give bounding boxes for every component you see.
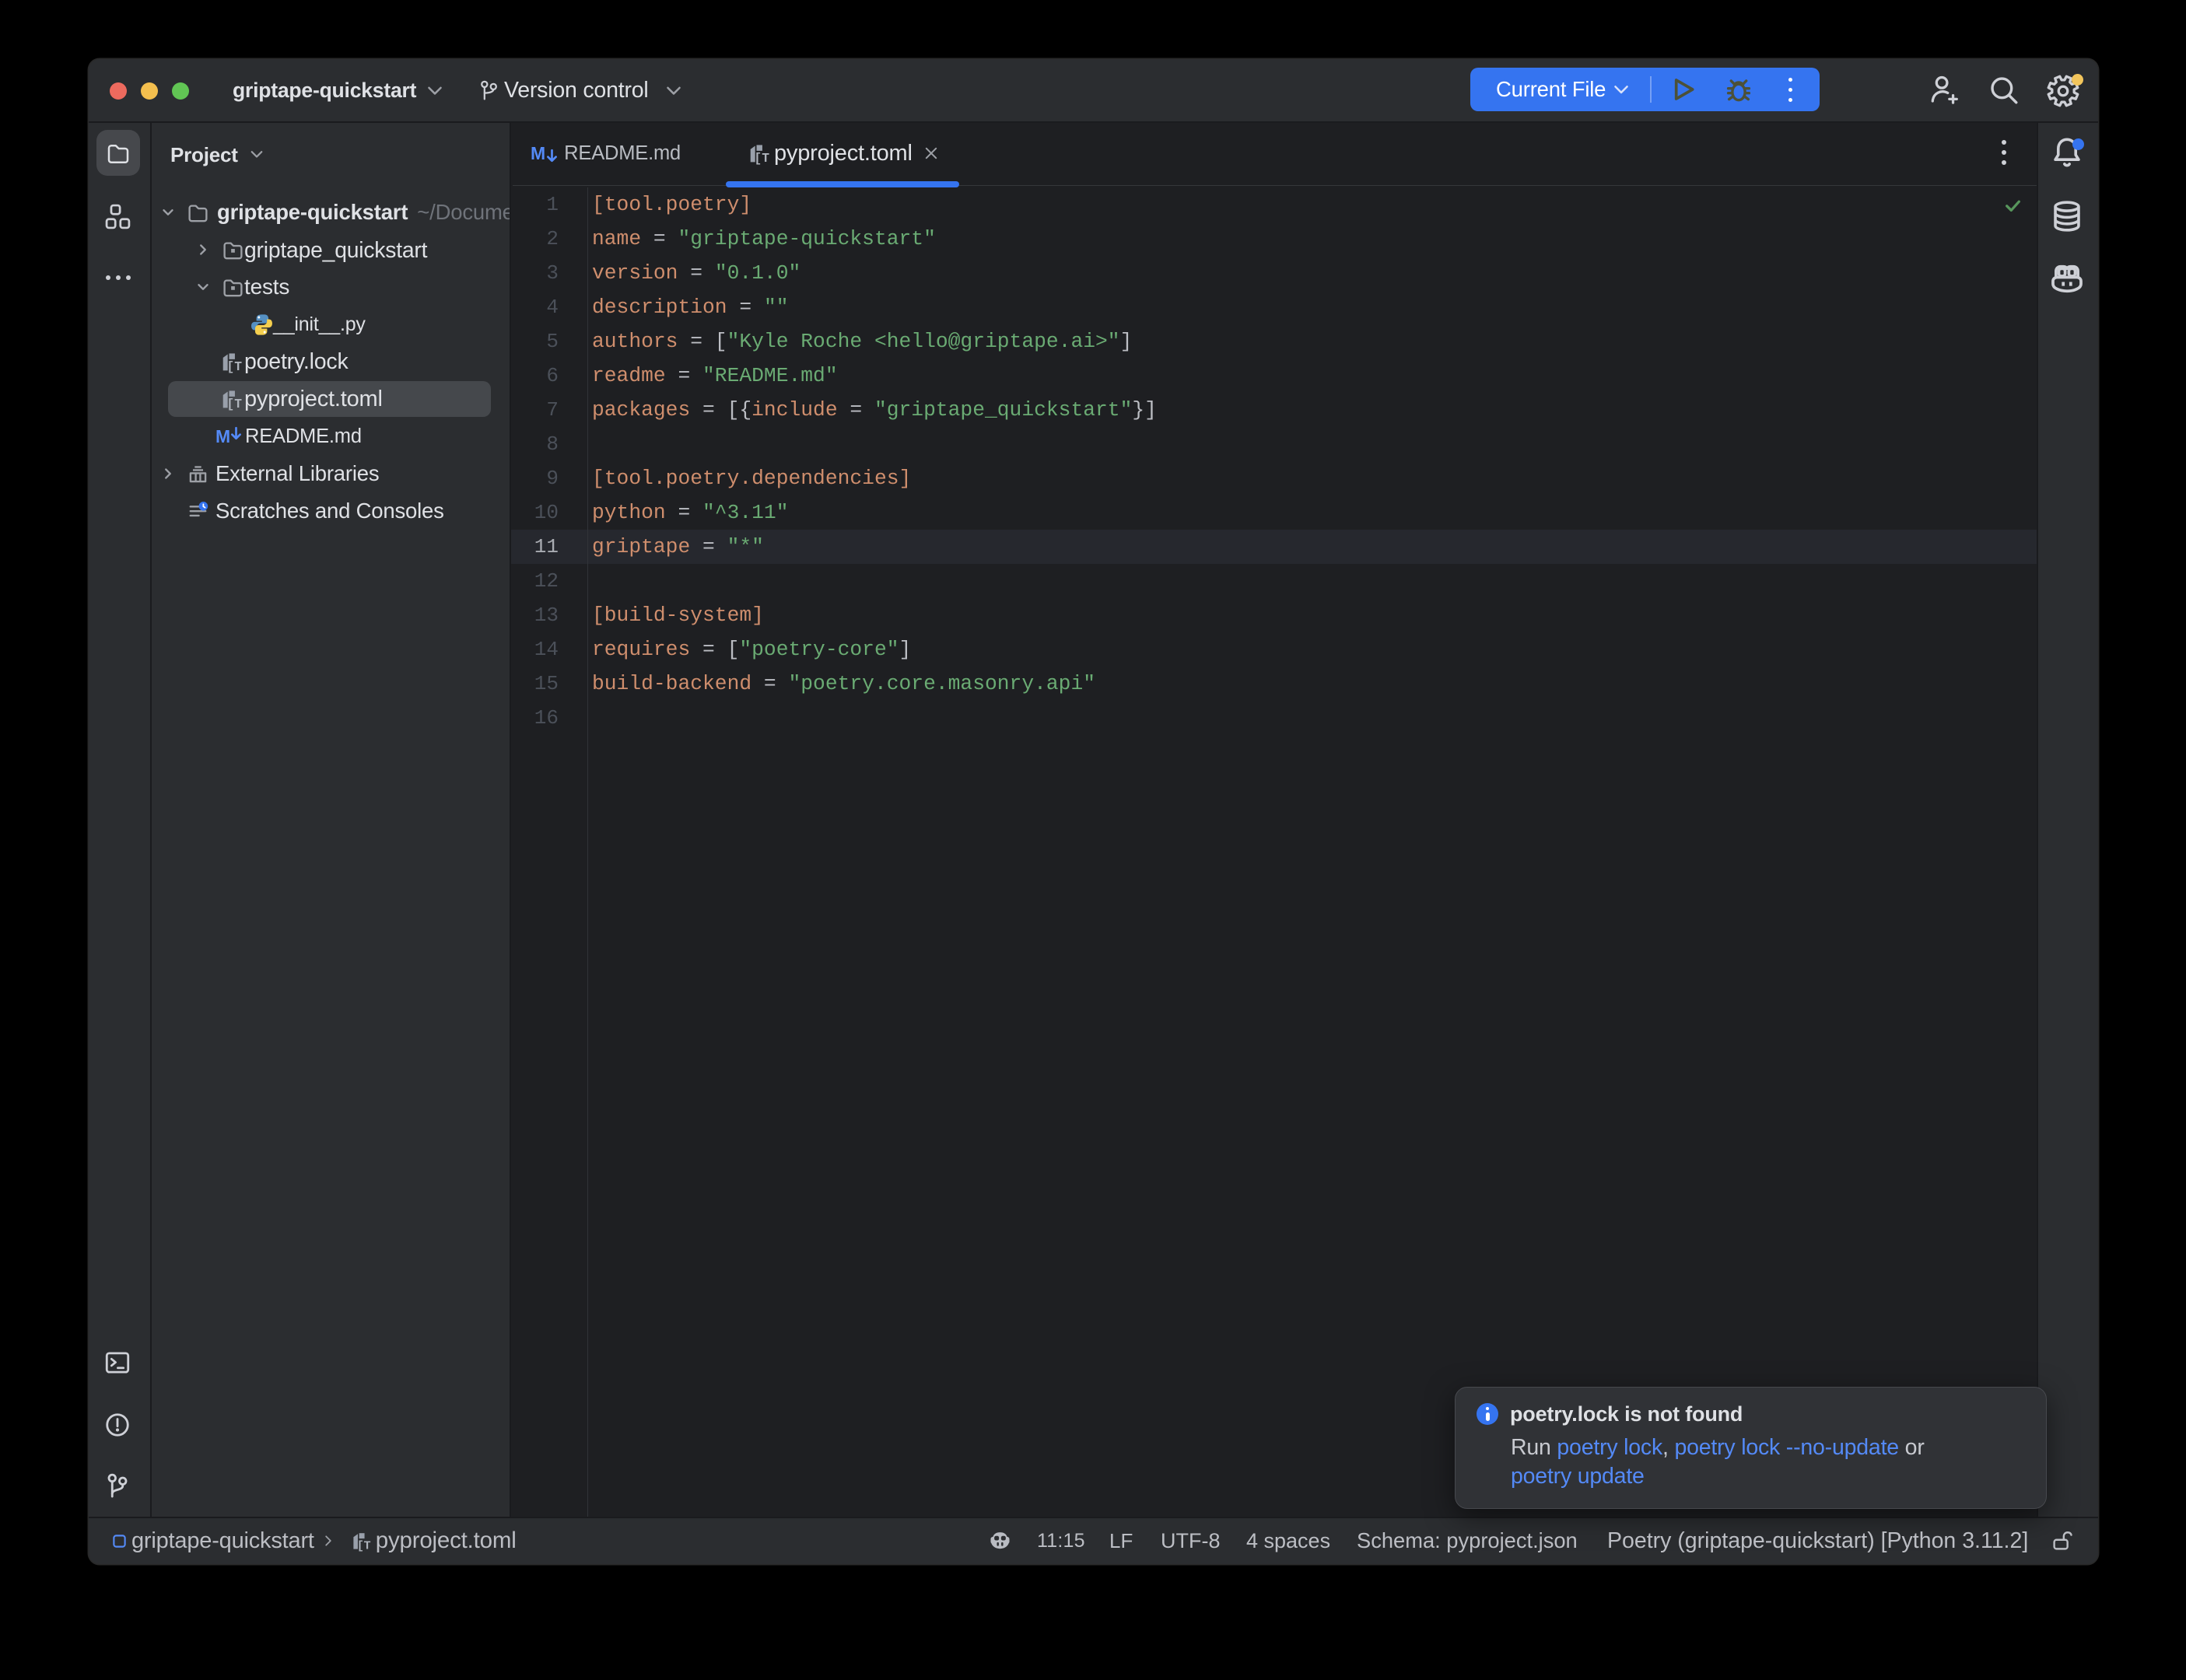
svg-text:[T]: [T] [226,359,242,373]
svg-text:[T]: [T] [754,151,769,165]
svg-text:[T]: [T] [357,1538,371,1552]
svg-text:[T]: [T] [226,397,242,411]
